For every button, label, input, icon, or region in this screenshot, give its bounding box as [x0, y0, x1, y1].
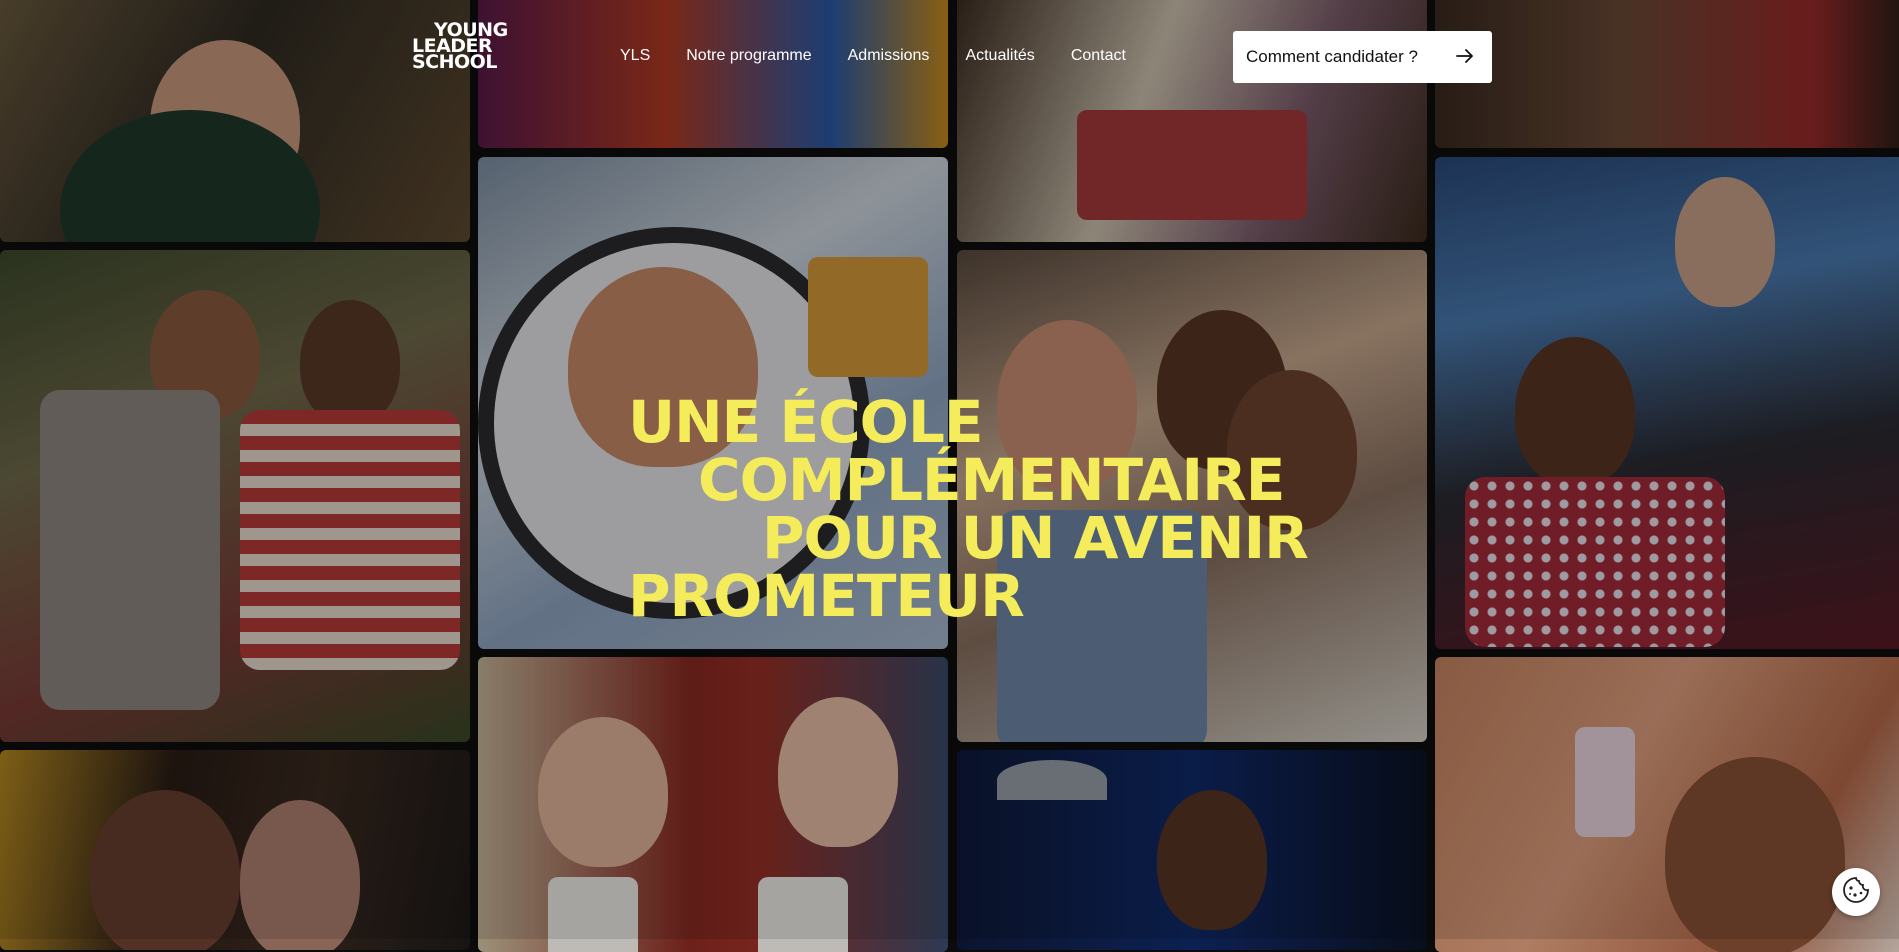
logo-line-school: SCHOOL — [412, 51, 497, 73]
cookie-icon — [1841, 875, 1871, 910]
photo-boy-under-lamp — [957, 750, 1427, 950]
logo[interactable]: YOUNG LEADER SCHOOL — [412, 21, 524, 73]
nav-item-yls[interactable]: YLS — [620, 47, 650, 65]
apply-button-label: Comment candidater ? — [1246, 47, 1418, 66]
nav-item-notre-programme[interactable]: Notre programme — [686, 47, 811, 65]
nav-item-contact[interactable]: Contact — [1071, 47, 1126, 65]
arrow-right-icon — [1456, 47, 1474, 68]
photo-boys-friends — [0, 250, 470, 742]
site-header: YOUNG LEADER SCHOOL YLS Notre programme … — [0, 0, 1899, 110]
apply-button[interactable]: Comment candidater ? — [1233, 31, 1492, 83]
photo-girls-painting — [1435, 157, 1899, 649]
hero-line-4: PROMETEUR — [628, 561, 1025, 630]
cookie-settings-button[interactable] — [1832, 868, 1880, 916]
photo-couple-smiling — [0, 750, 470, 950]
photo-kids-with-mugs — [478, 657, 948, 952]
hero-line-2: COMPLÉMENTAIRE — [698, 445, 1285, 514]
nav-item-admissions[interactable]: Admissions — [848, 47, 930, 65]
hero-headline: UNE ÉCOLE COMPLÉMENTAIRE POUR UN AVENIR … — [628, 387, 1309, 630]
main-nav: YLS Notre programme Admissions Actualité… — [620, 47, 1162, 65]
nav-item-actualites[interactable]: Actualités — [965, 47, 1034, 65]
hero-line-1: UNE ÉCOLE — [628, 387, 984, 456]
photo-girl-with-phone — [1435, 657, 1899, 952]
hero-line-3: POUR UN AVENIR — [762, 503, 1309, 572]
